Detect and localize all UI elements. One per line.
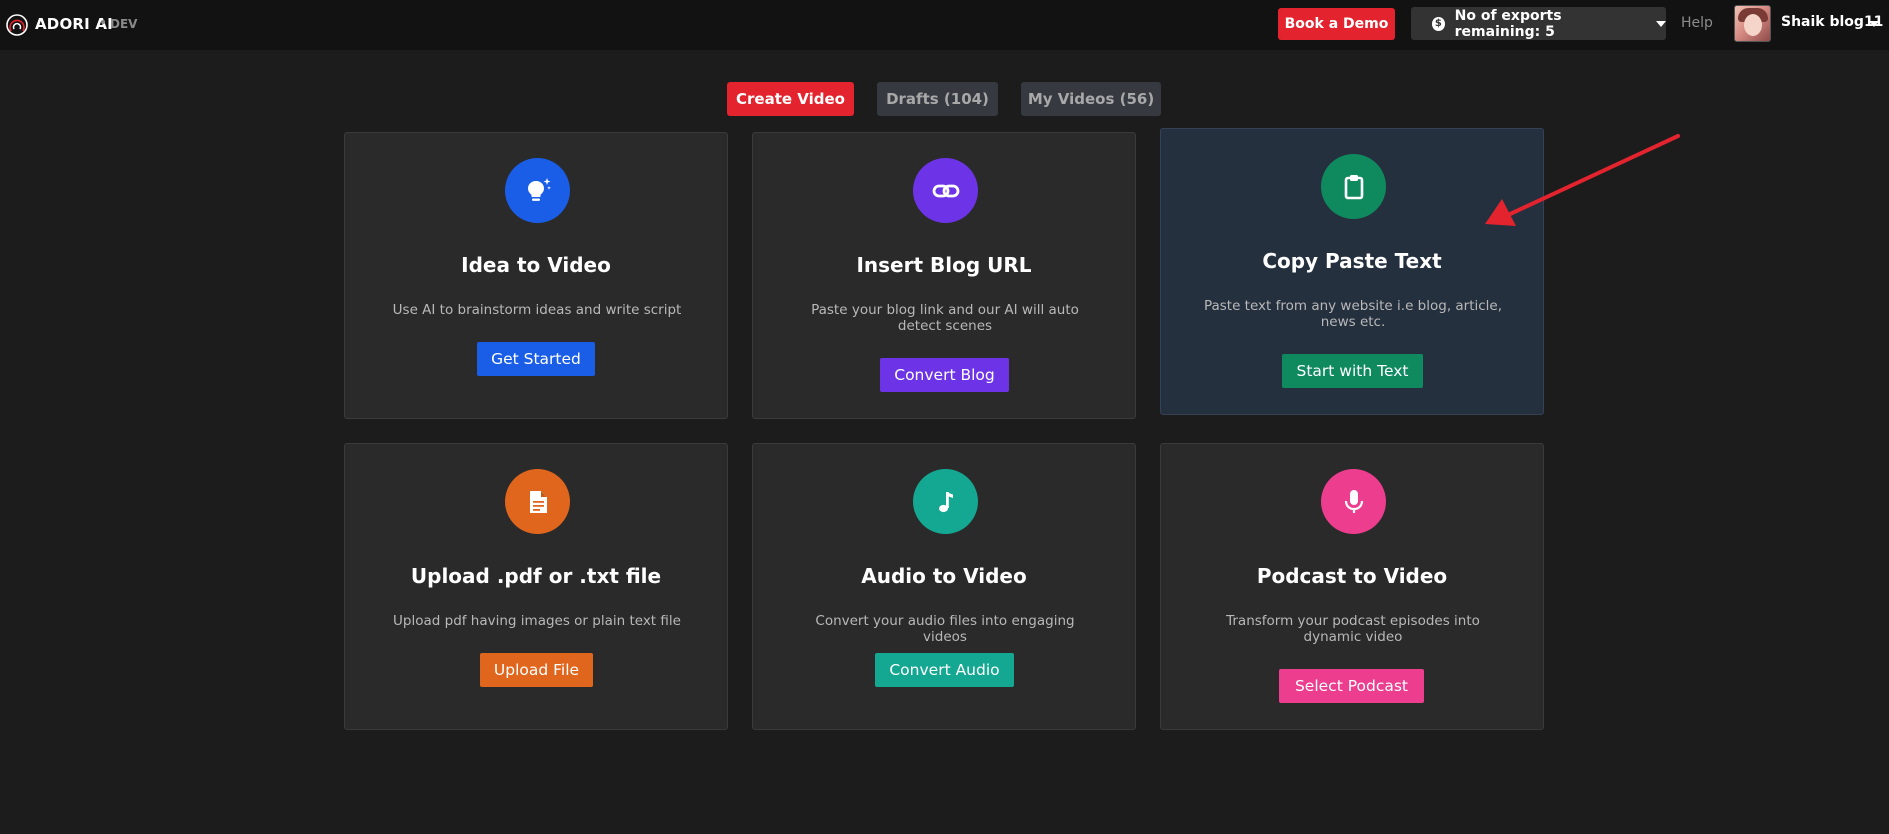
convert-audio-button[interactable]: Convert Audio — [875, 653, 1014, 687]
tab-my-videos[interactable]: My Videos (56) — [1021, 82, 1161, 116]
chevron-down-icon — [1656, 20, 1666, 27]
exports-remaining-dropdown[interactable]: $ No of exports remaining: 5 — [1411, 7, 1666, 40]
lightbulb-icon — [505, 158, 570, 223]
annotation-arrow-icon — [1485, 134, 1680, 226]
tab-drafts[interactable]: Drafts (104) — [877, 82, 998, 116]
environment-badge: DEV — [110, 17, 138, 31]
card-description: Use AI to brainstorm ideas and write scr… — [392, 302, 682, 318]
card-title: Audio to Video — [861, 564, 1027, 588]
card-description: Paste text from any website i.e blog, ar… — [1203, 298, 1503, 330]
adori-logo-icon[interactable] — [5, 13, 29, 37]
card-podcast-to-video: Podcast to Video Transform your podcast … — [1160, 443, 1544, 730]
clipboard-icon — [1321, 154, 1386, 219]
start-with-text-button[interactable]: Start with Text — [1282, 354, 1423, 388]
card-upload-file: Upload .pdf or .txt file Upload pdf havi… — [344, 443, 728, 730]
get-started-button[interactable]: Get Started — [477, 342, 595, 376]
card-description: Transform your podcast episodes into dyn… — [1226, 613, 1480, 645]
dollar-icon: $ — [1432, 16, 1445, 31]
book-demo-button[interactable]: Book a Demo — [1278, 8, 1395, 40]
link-icon — [913, 158, 978, 223]
microphone-icon — [1321, 469, 1386, 534]
user-menu-chevron-icon[interactable] — [1869, 21, 1879, 27]
card-title: Podcast to Video — [1256, 564, 1448, 588]
convert-blog-button[interactable]: Convert Blog — [880, 358, 1009, 392]
card-title: Upload .pdf or .txt file — [410, 564, 662, 588]
avatar-face — [1744, 14, 1762, 36]
exports-remaining-label: No of exports remaining: 5 — [1454, 7, 1562, 40]
avatar[interactable] — [1734, 5, 1771, 42]
card-insert-blog-url: Insert Blog URL Paste your blog link and… — [752, 132, 1136, 419]
card-title: Idea to Video — [461, 253, 611, 277]
help-link[interactable]: Help — [1681, 15, 1713, 31]
file-icon — [505, 469, 570, 534]
top-bar: ADORI AI • DEV Book a Demo $ No of expor… — [0, 0, 1889, 50]
card-title: Copy Paste Text — [1262, 249, 1442, 273]
card-idea-to-video: Idea to Video Use AI to brainstorm ideas… — [344, 132, 728, 419]
music-note-icon — [913, 469, 978, 534]
card-audio-to-video: Audio to Video Convert your audio files … — [752, 443, 1136, 730]
card-description: Upload pdf having images or plain text f… — [393, 613, 681, 629]
tab-create-video[interactable]: Create Video — [727, 82, 854, 116]
card-description: Paste your blog link and our AI will aut… — [811, 302, 1079, 334]
card-title: Insert Blog URL — [856, 253, 1032, 277]
upload-file-button[interactable]: Upload File — [480, 653, 593, 687]
card-description: Convert your audio files into engaging v… — [815, 613, 1075, 645]
brand-separator: • — [99, 15, 108, 31]
select-podcast-button[interactable]: Select Podcast — [1279, 669, 1424, 703]
